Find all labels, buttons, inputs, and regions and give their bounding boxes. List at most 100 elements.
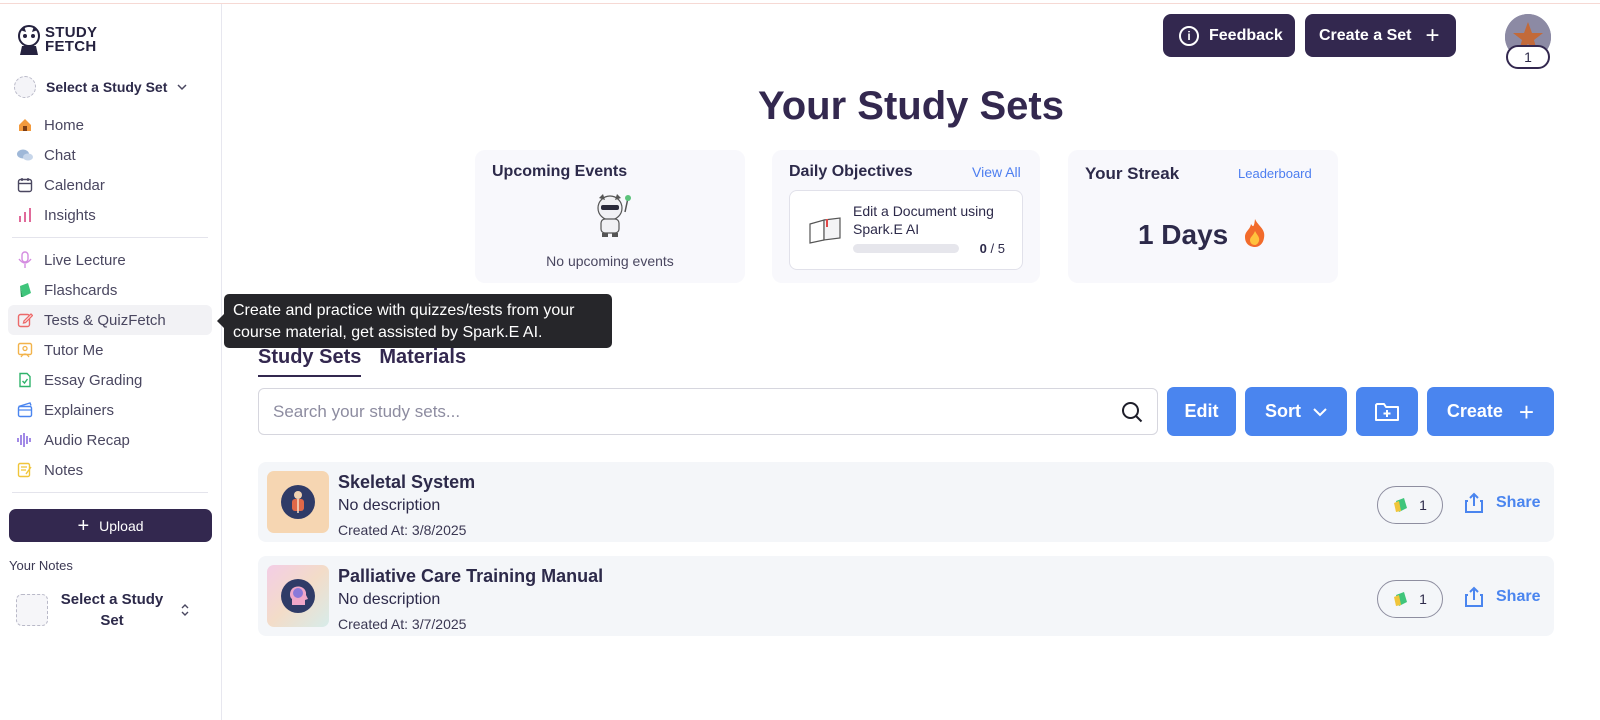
tab-study-sets[interactable]: Study Sets (258, 346, 362, 377)
upload-button[interactable]: + Upload (9, 509, 212, 542)
sidebar-item-tests-quizfetch[interactable]: Tests & QuizFetch (8, 305, 212, 335)
upcoming-events-title: Upcoming Events (492, 163, 628, 180)
feedback-label: Feedback (1209, 26, 1283, 44)
profile-level-badge: 1 (1506, 45, 1550, 69)
study-set-row[interactable]: Palliative Care Training Manual No descr… (258, 556, 1554, 636)
study-set-thumbnail (267, 565, 329, 627)
sidebar-item-home[interactable]: Home (8, 110, 212, 140)
plus-icon: + (1425, 21, 1440, 49)
study-set-created: Created At: 3/8/2025 (338, 522, 467, 538)
objective-progress-count: 0 / 5 (980, 241, 1005, 256)
brain-head-icon (281, 579, 315, 613)
sidebar-item-audio-recap[interactable]: Audio Recap (8, 425, 212, 455)
new-folder-button[interactable] (1356, 387, 1418, 436)
share-button[interactable]: Share (1464, 586, 1540, 608)
plus-icon: + (1518, 396, 1535, 427)
share-icon (1465, 586, 1483, 607)
folder-plus-icon (1375, 402, 1399, 421)
share-button[interactable]: Share (1464, 492, 1540, 514)
daily-objectives-title: Daily Objectives (789, 163, 913, 180)
study-set-thumbnail (267, 471, 329, 533)
study-set-name[interactable]: Palliative Care Training Manual (338, 566, 603, 587)
sidebar-item-calendar[interactable]: Calendar (8, 170, 212, 200)
sidebar-item-label: Explainers (44, 401, 115, 419)
explainers-icon (16, 401, 34, 419)
top-border (0, 0, 1600, 4)
streak-days: 1 Days (1137, 219, 1229, 250)
progress-done: 0 (979, 241, 987, 256)
chevron-down-icon (177, 84, 187, 91)
sort-button[interactable]: Sort (1245, 387, 1347, 436)
flashcards-icon (1394, 498, 1408, 512)
sidebar-divider (12, 492, 208, 493)
sidebar-item-explainers[interactable]: Explainers (8, 395, 212, 425)
study-set-description: No description (338, 591, 441, 608)
flashcard-count: 1 (1419, 591, 1427, 607)
sidebar-item-insights[interactable]: Insights (8, 200, 212, 230)
your-notes-heading: Your Notes (9, 558, 73, 573)
sidebar-item-label: Notes (44, 461, 84, 479)
objective-item[interactable]: Edit a Document using Spark.E AI 0 / 5 (789, 190, 1023, 270)
fire-icon (1245, 219, 1265, 247)
sidebar-item-flashcards[interactable]: Flashcards (8, 275, 212, 305)
mascot-icon (597, 194, 631, 237)
sidebar-item-label: Chat (44, 146, 76, 164)
create-button[interactable]: Create + (1427, 387, 1554, 436)
sidebar-item-label: Flashcards (44, 281, 118, 299)
info-icon: i (1179, 25, 1199, 46)
feedback-button[interactable]: i Feedback (1163, 14, 1295, 57)
flashcard-count: 1 (1419, 497, 1427, 513)
create-set-label: Create a Set (1319, 26, 1412, 44)
streak-value: 1 Days (1068, 218, 1338, 251)
upcoming-events-card: Upcoming Events No upcoming events (475, 150, 745, 283)
daily-objectives-card: Daily Objectives View All Edit a Documen… (772, 150, 1040, 283)
tab-materials[interactable]: Materials (379, 346, 466, 377)
share-icon (1465, 492, 1483, 513)
sidebar-nav-primary: Home Chat Calendar Insights Live Lecture… (8, 110, 212, 500)
sidebar-item-notes[interactable]: Notes (8, 455, 212, 485)
search-input[interactable] (273, 400, 1073, 424)
sidebar-divider (12, 237, 208, 238)
objective-progress-bar (853, 244, 959, 253)
essay-icon (16, 371, 34, 389)
sidebar-item-essay-grading[interactable]: Essay Grading (8, 365, 212, 395)
flashcards-icon (1394, 592, 1408, 606)
upload-button-label: Upload (99, 517, 144, 534)
sidebar-item-tutor-me[interactable]: Tutor Me (8, 335, 212, 365)
search-box (258, 388, 1158, 435)
notes-icon (16, 461, 34, 479)
create-set-button[interactable]: Create a Set + (1305, 14, 1456, 57)
sidebar-item-live-lecture[interactable]: Live Lecture (8, 245, 212, 275)
edit-button[interactable]: Edit (1167, 387, 1236, 436)
sidebar-item-label: Home (44, 116, 85, 134)
create-label: Create (1446, 401, 1503, 421)
flashcards-icon (16, 281, 34, 299)
study-set-row[interactable]: Skeletal System No description Created A… (258, 462, 1554, 542)
chat-icon (16, 146, 34, 164)
sidebar-item-label: Calendar (44, 176, 105, 194)
flashcard-count-badge[interactable]: 1 (1377, 486, 1443, 524)
dog-logo-icon (18, 25, 40, 55)
leaderboard-link[interactable]: Leaderboard (1238, 166, 1312, 181)
sidebar: STUDY FETCH Select a Study Set Home Chat… (0, 4, 222, 720)
search-icon[interactable] (1121, 401, 1143, 423)
sidebar-item-label: Tutor Me (44, 341, 104, 359)
sidebar-item-label: Audio Recap (44, 431, 130, 449)
chevron-up-down-icon (181, 604, 189, 616)
view-all-link[interactable]: View All (972, 164, 1021, 180)
home-icon (16, 116, 34, 134)
app-logo[interactable]: STUDY FETCH (16, 24, 97, 56)
content-tabs: Study Sets Materials (258, 346, 484, 377)
study-set-created: Created At: 3/7/2025 (338, 616, 467, 632)
insights-icon (16, 206, 34, 224)
study-set-avatar (14, 76, 36, 98)
logo-wordmark: STUDY FETCH (45, 25, 97, 54)
study-set-name[interactable]: Skeletal System (338, 472, 475, 493)
flashcard-count-badge[interactable]: 1 (1377, 580, 1443, 618)
chevron-down-icon (1313, 407, 1327, 416)
no-events-text: No upcoming events (546, 253, 674, 269)
notes-study-set-selector[interactable]: Select a Study Set (16, 588, 206, 632)
skeleton-icon (281, 485, 315, 519)
sidebar-item-chat[interactable]: Chat (8, 140, 212, 170)
study-set-selector[interactable]: Select a Study Set (14, 74, 194, 100)
